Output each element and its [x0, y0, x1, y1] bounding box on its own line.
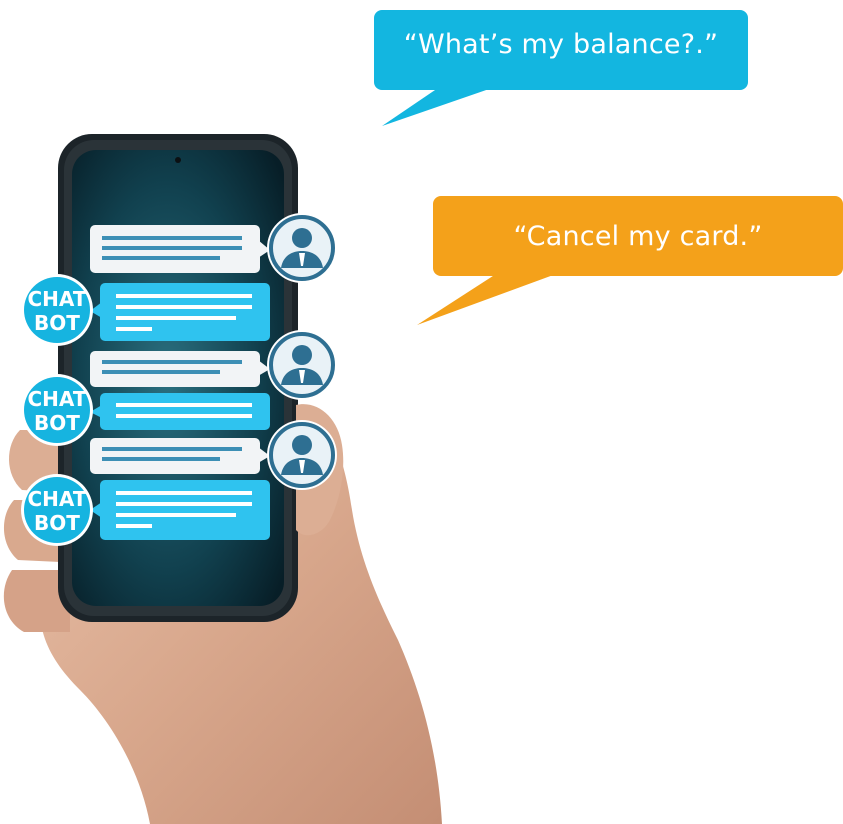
chat-thread [90, 225, 270, 540]
svg-text:CHAT: CHAT [28, 287, 87, 311]
svg-text:BOT: BOT [34, 311, 80, 335]
speech-bubble-balance [374, 10, 748, 126]
bot-message [90, 283, 270, 341]
bot-message [90, 480, 270, 540]
bot-message [90, 393, 270, 430]
user-avatar-icon [267, 420, 337, 490]
user-message [90, 438, 270, 474]
chatbot-badge: CHAT BOT [21, 274, 93, 346]
speech-bubble-balance-text: “What’s my balance?.” [403, 29, 719, 60]
front-camera-icon [175, 157, 181, 163]
illustration-art: CHAT BOT CHAT BOT CHAT BOT [3, 10, 843, 824]
svg-text:CHAT: CHAT [28, 387, 87, 411]
chatbot-badge: CHAT BOT [21, 474, 93, 546]
speech-bubble-cancel [417, 196, 843, 325]
chatbot-illustration: CHAT BOT CHAT BOT CHAT BOT “What’s my ba… [0, 0, 843, 824]
user-message [90, 351, 270, 387]
user-avatar-icon [267, 213, 337, 283]
user-avatar-icon [267, 330, 337, 400]
speech-bubble-cancel-text: “Cancel my card.” [513, 221, 763, 252]
svg-text:BOT: BOT [34, 511, 80, 535]
user-message [90, 225, 270, 273]
svg-text:BOT: BOT [34, 411, 80, 435]
chatbot-badge: CHAT BOT [21, 374, 93, 446]
svg-text:CHAT: CHAT [28, 487, 87, 511]
